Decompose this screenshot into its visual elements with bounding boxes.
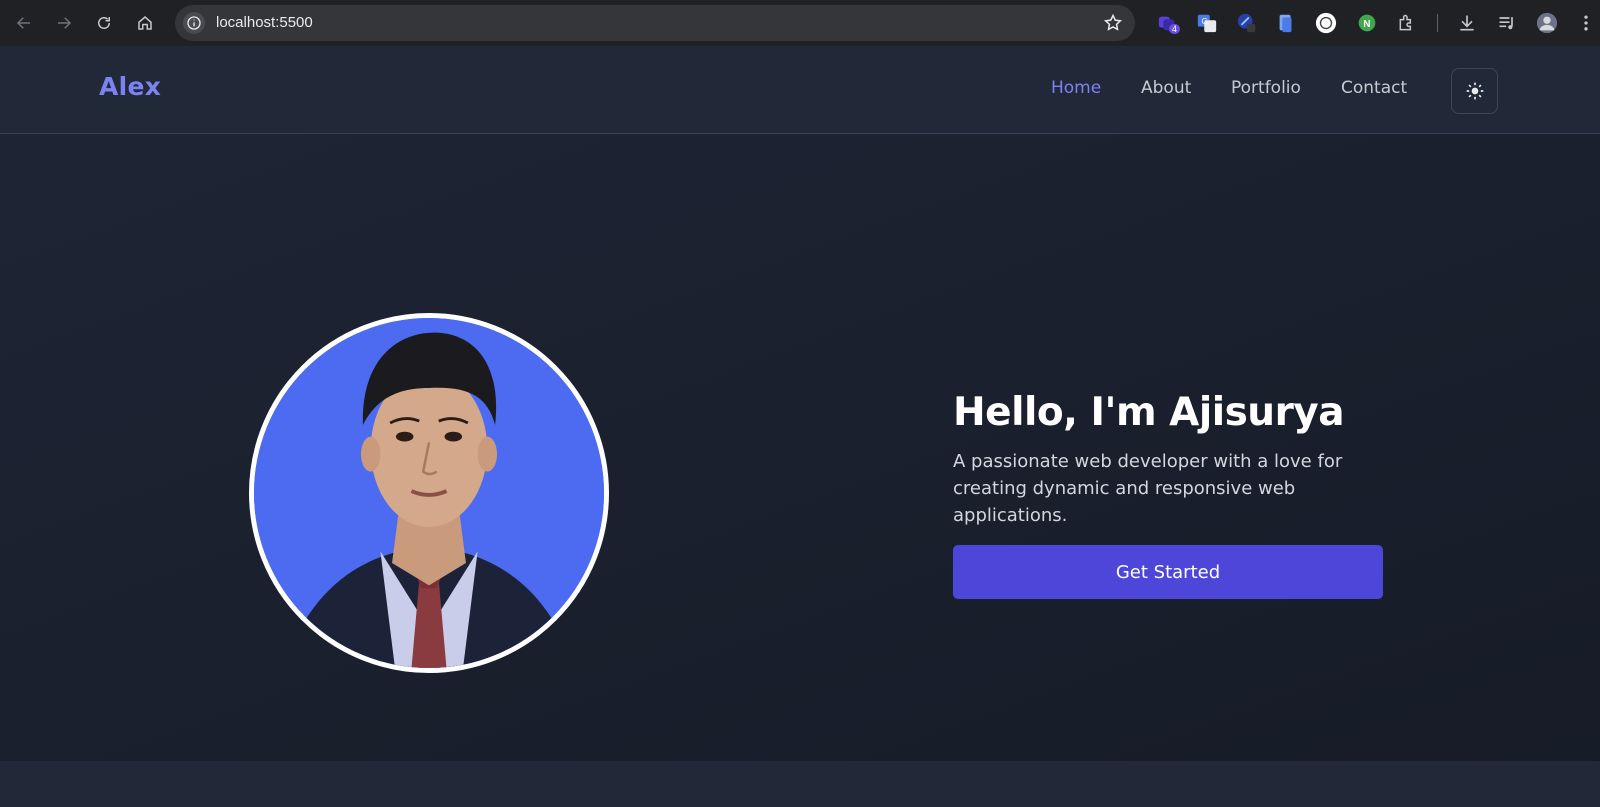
pen-extension-icon[interactable] — [1236, 12, 1258, 34]
arrow-left-icon — [16, 17, 30, 29]
theme-toggle-button[interactable] — [1451, 68, 1498, 114]
address-bar[interactable]: localhost:5500 — [175, 5, 1135, 41]
section-divider — [0, 761, 1600, 807]
url-text[interactable]: localhost:5500 — [216, 14, 313, 31]
site-navbar: Alex Home About Portfolio Contact — [0, 46, 1600, 134]
media-queue-icon[interactable] — [1496, 12, 1518, 34]
profile-avatar-icon[interactable] — [1536, 12, 1558, 34]
browser-toolbar: localhost:5500 4 G N — [0, 0, 1600, 46]
reload-icon — [98, 17, 110, 29]
site-info-icon[interactable] — [183, 12, 205, 34]
bookmark-star-icon[interactable] — [1103, 13, 1123, 33]
svg-text:N: N — [1363, 19, 1370, 30]
hero-title: Hello, I'm Ajisurya — [953, 390, 1345, 435]
sun-icon — [1466, 82, 1483, 100]
nav-link-about[interactable]: About — [1141, 78, 1191, 98]
circle-extension-icon[interactable] — [1315, 12, 1337, 34]
page: Alex Home About Portfolio Contact Hello,… — [0, 46, 1600, 807]
profile-photo — [249, 313, 609, 673]
hero-section: Hello, I'm Ajisurya A passionate web dev… — [0, 135, 1600, 761]
nav-link-portfolio[interactable]: Portfolio — [1231, 78, 1301, 98]
forward-button[interactable] — [49, 8, 79, 38]
download-icon[interactable] — [1456, 12, 1478, 34]
get-started-button[interactable]: Get Started — [953, 545, 1383, 599]
node-extension-icon[interactable]: N — [1356, 12, 1378, 34]
docs-extension-icon[interactable] — [1275, 12, 1297, 34]
home-button[interactable] — [130, 8, 160, 38]
hero-subtitle: A passionate web developer with a love f… — [953, 451, 1343, 526]
toolbar-divider — [1437, 14, 1438, 32]
extension-badge: 4 — [1169, 24, 1181, 34]
home-icon — [138, 16, 152, 30]
site-logo[interactable]: Alex — [99, 72, 161, 101]
translate-extension-icon[interactable]: G — [1196, 12, 1218, 34]
nav-link-contact[interactable]: Contact — [1341, 78, 1407, 98]
reload-button[interactable] — [89, 8, 119, 38]
stack-extension-icon[interactable]: 4 — [1157, 12, 1181, 34]
svg-text:G: G — [1202, 17, 1208, 26]
portrait-illustration — [254, 318, 604, 668]
arrow-right-icon — [58, 17, 72, 29]
nav-link-home[interactable]: Home — [1051, 78, 1101, 98]
back-button[interactable] — [9, 8, 39, 38]
puzzle-extension-icon[interactable] — [1396, 12, 1418, 34]
more-menu-icon[interactable] — [1575, 12, 1597, 34]
